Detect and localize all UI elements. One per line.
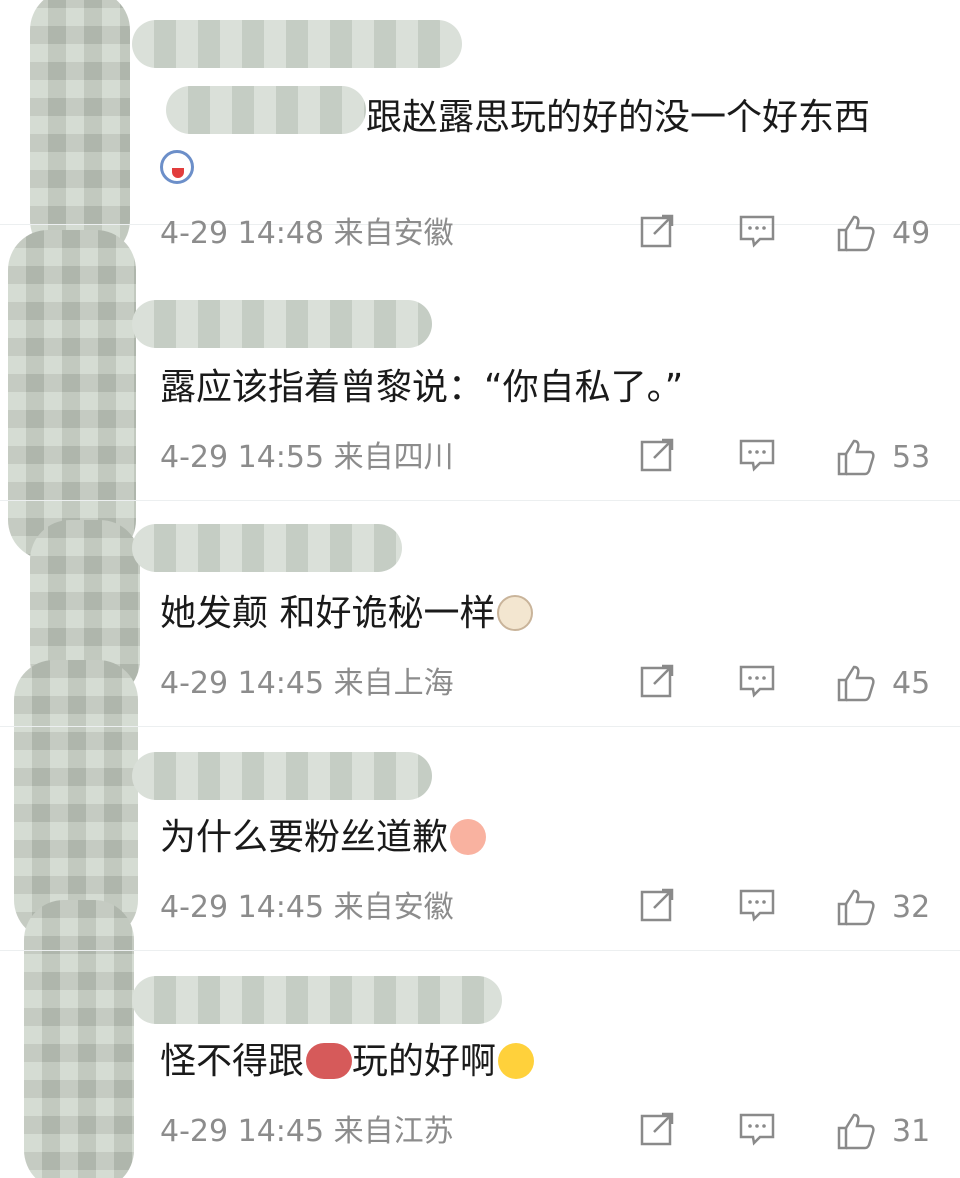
comment-icon[interactable] (738, 438, 776, 472)
comment-text: 她发颠 和好诡秘一样 (160, 590, 534, 638)
blurred-username (166, 86, 366, 134)
like-count: 31 (892, 1114, 931, 1149)
comment-item: 跟赵露思玩的好的没一个好东西 4-29 14:48 来自安徽 49 (0, 0, 960, 252)
comment-text: 跟赵露思玩的好的没一个好东西 (366, 97, 871, 138)
comment-icon[interactable] (738, 1112, 776, 1146)
like-icon[interactable] (836, 214, 876, 252)
comment-text: 怪不得跟 玩的好啊 (160, 1038, 535, 1086)
blurred-username (132, 524, 402, 572)
like-icon[interactable] (836, 888, 876, 926)
like-icon[interactable] (836, 1112, 876, 1150)
comment-actions: 53 (630, 438, 950, 478)
blurred-username (132, 976, 502, 1024)
laughing-tears-emoji-icon (498, 1043, 535, 1079)
like-count: 45 (892, 666, 931, 701)
comment-meta: 4-29 14:45 来自江苏 (160, 1112, 454, 1152)
comment-meta: 4-29 14:45 来自上海 (160, 664, 454, 704)
comment-text-body: 为什么要粉丝道歉 (160, 817, 449, 858)
comment-item: 她发颠 和好诡秘一样 4-29 14:45 来自上海 45 (0, 502, 960, 727)
share-icon[interactable] (640, 1112, 676, 1146)
comment-meta: 4-29 14:48 来自安徽 (160, 214, 454, 254)
comment-actions: 32 (630, 888, 950, 928)
comment-location: 来自安徽 (333, 216, 454, 251)
comment-item: 怪不得跟 玩的好啊 4-29 14:45 来自江苏 31 (0, 952, 960, 1176)
comment-location: 来自江苏 (333, 1114, 454, 1149)
meat-emoji-icon (306, 1043, 353, 1079)
comment-icon[interactable] (738, 664, 776, 698)
comment-meta: 4-29 14:55 来自四川 (160, 438, 454, 478)
comment-timestamp: 4-29 14:55 (160, 440, 325, 475)
blurred-username (132, 300, 432, 348)
comment-timestamp: 4-29 14:45 (160, 890, 325, 925)
share-icon[interactable] (640, 214, 676, 248)
comment-text-body: 怪不得跟 (160, 1041, 305, 1082)
comment-location: 来自四川 (333, 440, 454, 475)
tea-cup-emoji-icon (497, 595, 534, 631)
like-count: 53 (892, 440, 931, 475)
comment-timestamp: 4-29 14:45 (160, 666, 325, 701)
comment-meta: 4-29 14:45 来自安徽 (160, 888, 454, 928)
comment-text: 露应该指着曾黎说：“你自私了。” (160, 367, 684, 408)
comment-icon[interactable] (738, 888, 776, 922)
share-icon[interactable] (640, 664, 676, 698)
blurred-username (132, 20, 462, 68)
face-bun-emoji-icon (450, 819, 487, 855)
share-icon[interactable] (640, 888, 676, 922)
comment-location: 来自安徽 (333, 890, 454, 925)
panda-sticker-icon (160, 150, 194, 184)
comment-item: 为什么要粉丝道歉 4-29 14:45 来自安徽 32 (0, 726, 960, 951)
comment-item: 露应该指着曾黎说：“你自私了。” 4-29 14:55 来自四川 53 (0, 276, 960, 501)
comment-text: 为什么要粉丝道歉 (160, 814, 487, 862)
comment-location: 来自上海 (333, 666, 454, 701)
blurred-username (132, 752, 432, 800)
comment-icon[interactable] (738, 214, 776, 248)
like-icon[interactable] (836, 438, 876, 476)
comment-actions: 31 (630, 1112, 950, 1152)
comment-text-body: 玩的好啊 (352, 1041, 497, 1082)
comment-actions: 45 (630, 664, 950, 704)
comment-text-body: 她发颠 和好诡秘一样 (160, 593, 496, 634)
like-count: 32 (892, 890, 931, 925)
comment-timestamp: 4-29 14:48 (160, 216, 325, 251)
like-count: 49 (892, 216, 931, 251)
comment-actions: 49 (630, 214, 950, 254)
comment-timestamp: 4-29 14:45 (160, 1114, 325, 1149)
share-icon[interactable] (640, 438, 676, 472)
like-icon[interactable] (836, 664, 876, 702)
